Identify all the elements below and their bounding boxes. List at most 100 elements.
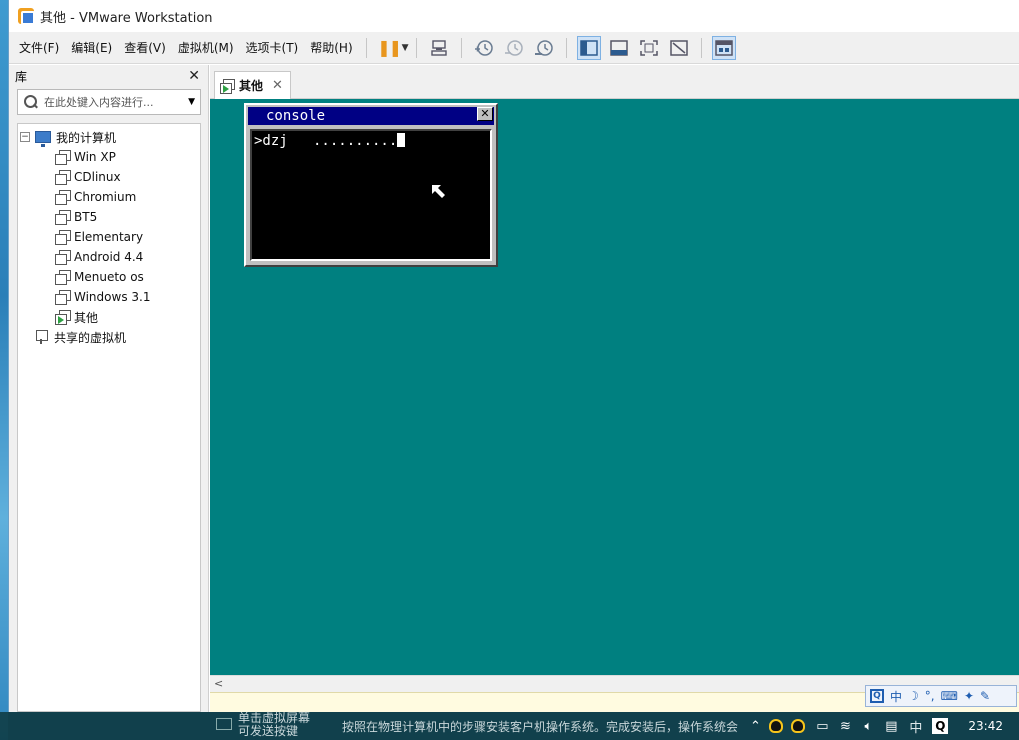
tray-expand-icon[interactable]: ⌃ [745, 719, 765, 734]
collapse-icon[interactable]: − [20, 132, 30, 142]
battery-icon[interactable]: ▭ [812, 719, 832, 734]
library-close-icon[interactable]: ✕ [188, 68, 200, 84]
running-vm-icon [219, 78, 235, 94]
revert-snapshot-button[interactable] [502, 36, 526, 60]
ime-logo-icon[interactable]: Q [870, 689, 884, 703]
tree-item-vm[interactable]: CDlinux [18, 167, 200, 187]
pause-dropdown-icon[interactable]: ▼ [402, 43, 409, 53]
tree-item-label: 共享的虚拟机 [54, 330, 127, 345]
menu-tabs[interactable]: 选项卡(T) [240, 36, 305, 60]
tree-item-vm[interactable]: Win XP [18, 147, 200, 167]
ime-toolbar[interactable]: Q 中 ☽ °, ⌨ ✦ ✎ [865, 685, 1017, 707]
library-tree: − 我的计算机 Win XP CDlinux Chromium BT5 Elem… [17, 123, 201, 712]
vm-hint: 单击虚拟屏幕 可发送按键 [238, 712, 358, 738]
desktop-wallpaper [0, 0, 8, 740]
vm-icon [54, 269, 71, 285]
pause-button[interactable]: ❚❚ [377, 36, 402, 60]
tree-item-vm[interactable]: Elementary [18, 227, 200, 247]
console-titlebar[interactable]: console [248, 107, 494, 125]
vm-icon [54, 169, 71, 185]
tree-item-label: Windows 3.1 [74, 290, 151, 304]
console-view-icon [609, 39, 628, 56]
wifi-icon[interactable]: ≋ [835, 719, 855, 734]
scroll-left-icon[interactable]: < [214, 677, 223, 690]
menu-edit[interactable]: 编辑(E) [65, 36, 118, 60]
tree-item-my-computer[interactable]: − 我的计算机 [18, 127, 200, 147]
shared-vms-icon [34, 329, 50, 345]
tray-ime-indicator[interactable]: 中 [909, 717, 922, 736]
vm-icon [54, 149, 71, 165]
tree-item-vm-active[interactable]: 其他 [18, 307, 200, 327]
tree-item-vm[interactable]: Chromium [18, 187, 200, 207]
ime-wrench-icon[interactable]: ✎ [980, 689, 990, 703]
tree-item-label: 我的计算机 [56, 130, 117, 145]
tree-item-label: Win XP [74, 150, 116, 164]
ime-keyboard-icon[interactable]: ⌨ [941, 689, 958, 703]
volume-icon[interactable]: 🔈︎ [858, 719, 878, 734]
clock[interactable]: 23:42 [968, 719, 1003, 733]
vm-icon [54, 209, 71, 225]
system-tray: ⌃ ▭ ≋ 🔈︎ ▤ 中 Q 23:42 [742, 712, 1019, 740]
ime-mode[interactable]: 中 [890, 688, 902, 705]
menu-file[interactable]: 文件(F) [13, 36, 65, 60]
tab-strip: 其他 ✕ [210, 65, 1019, 99]
library-search-input[interactable] [44, 95, 174, 109]
vm-display[interactable]: console ✕ >dzj .......... [210, 99, 1019, 675]
vmware-app-icon [18, 8, 35, 25]
qq-icon[interactable] [769, 719, 784, 733]
menu-view[interactable]: 查看(V) [118, 36, 172, 60]
status-message: 按照在物理计算机中的步骤安装客户机操作系统。完成安装后，操作系统会 [342, 720, 739, 734]
tree-item-vm[interactable]: Android 4.4 [18, 247, 200, 267]
fullscreen-button[interactable] [637, 36, 661, 60]
search-dropdown-icon[interactable]: ▼ [188, 97, 195, 107]
send-ctrl-alt-del-button[interactable] [427, 36, 451, 60]
qq-icon[interactable] [791, 719, 806, 733]
tree-item-vm[interactable]: BT5 [18, 207, 200, 227]
tree-item-label: Elementary [74, 230, 144, 244]
library-header: 库 ✕ [9, 65, 208, 87]
tree-item-vm[interactable]: Menueto os [18, 267, 200, 287]
console-view-button[interactable] [607, 36, 631, 60]
take-snapshot-button[interactable] [472, 36, 496, 60]
tree-item-label: Chromium [74, 190, 137, 204]
unity-button[interactable] [667, 36, 691, 60]
toolbar-separator [460, 37, 462, 58]
tree-item-vm[interactable]: Windows 3.1 [18, 287, 200, 307]
taskbar: 单击虚拟屏幕 可发送按键 按照在物理计算机中的步骤安装客户机操作系统。完成安装后… [0, 712, 1019, 740]
console-text: >dzj .......... [254, 133, 398, 149]
running-vm-icon [54, 309, 71, 325]
computer-icon [35, 131, 51, 147]
text-cursor [397, 133, 406, 147]
notification-icon[interactable]: ▤ [881, 719, 901, 734]
thumbnail-icon [714, 39, 733, 56]
menu-vm[interactable]: 虚拟机(M) [172, 36, 240, 60]
tree-item-label: CDlinux [74, 170, 121, 184]
menu-help[interactable]: 帮助(H) [304, 36, 358, 60]
console-close-button[interactable]: ✕ [477, 107, 493, 121]
hint-line-2: 可发送按键 [238, 724, 299, 738]
tab-vm[interactable]: 其他 ✕ [214, 71, 291, 99]
mouse-pointer-icon [432, 185, 445, 198]
show-library-button[interactable] [576, 35, 601, 60]
input-method-q-icon[interactable]: Q [932, 718, 949, 734]
ime-settings-icon[interactable]: ✦ [964, 689, 974, 703]
snapshot-manager-icon [534, 39, 553, 56]
tab-label: 其他 [239, 79, 264, 93]
vmware-window: 其他 - VMware Workstation 文件(F) 编辑(E) 查看(V… [8, 0, 1019, 712]
toolbar-separator [415, 37, 417, 58]
tab-close-icon[interactable]: ✕ [272, 78, 283, 93]
vm-icon [54, 249, 71, 265]
hint-monitor-icon [216, 718, 232, 730]
thumbnail-bar-button[interactable] [711, 35, 736, 60]
snapshot-take-icon [474, 39, 493, 56]
library-view-icon [579, 39, 598, 56]
guest-console-window[interactable]: console ✕ >dzj .......... [244, 103, 498, 267]
ime-moon-icon[interactable]: ☽ [908, 689, 919, 703]
ime-punct-icon[interactable]: °, [925, 689, 935, 703]
fullscreen-icon [639, 39, 658, 56]
console-output[interactable]: >dzj .......... [250, 129, 492, 261]
snapshot-manager-button[interactable] [532, 36, 556, 60]
send-keys-icon [430, 39, 447, 56]
tree-item-label: BT5 [74, 210, 98, 224]
tree-item-shared-vms[interactable]: 共享的虚拟机 [18, 327, 200, 347]
